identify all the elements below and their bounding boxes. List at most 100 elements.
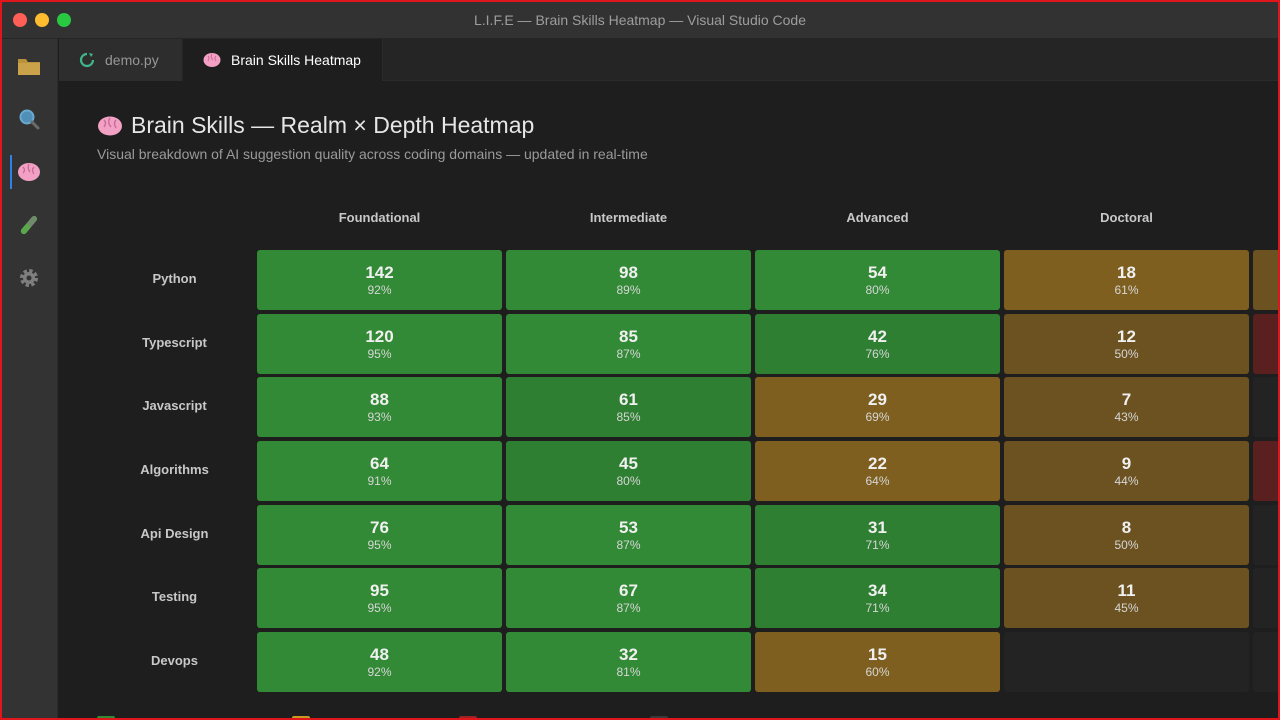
heatmap-cell[interactable]: 42 76% — [755, 314, 1000, 374]
folder-icon — [18, 59, 40, 75]
cell-percent: 60% — [865, 664, 890, 679]
cell-count: 22 — [868, 453, 887, 473]
heatmap-cell[interactable]: 120 95% — [257, 314, 502, 374]
brain-icon — [203, 52, 221, 68]
heatmap-cell[interactable]: 88 93% — [257, 377, 502, 437]
column-header: Advanced — [846, 210, 909, 225]
activity-bar — [2, 39, 58, 718]
cell-percent: 45% — [1114, 600, 1139, 615]
heatmap-cell[interactable]: 76 95% — [257, 505, 502, 565]
heatmap-cell[interactable] — [1004, 632, 1249, 692]
window-title: L.I.F.E — Brain Skills Heatmap — Visual … — [473, 12, 806, 28]
cell-percent: 44% — [1114, 473, 1139, 488]
tab-brain-skills-heatmap[interactable]: Brain Skills Heatmap — [183, 39, 383, 81]
row-header: Testing — [151, 589, 198, 604]
heatmap-cell[interactable]: 48 92% — [257, 632, 502, 692]
legend-swatch — [292, 716, 310, 718]
heatmap-cell[interactable]: 11 45% — [1004, 568, 1249, 628]
tab-demo-py[interactable]: demo.py — [59, 39, 183, 81]
heatmap-cell-partial — [1253, 568, 1278, 628]
cell-count: 142 — [365, 262, 394, 282]
heatmap-cell[interactable]: 12 50% — [1004, 314, 1249, 374]
page-subtitle: Visual breakdown of AI suggestion qualit… — [97, 146, 648, 162]
row-header: Python — [152, 271, 197, 286]
heatmap-cell[interactable]: 142 92% — [257, 250, 502, 310]
heatmap-cell-partial — [1253, 505, 1278, 565]
cell-percent: 81% — [616, 664, 641, 679]
row-header: Typescript — [142, 335, 207, 350]
heatmap-cell[interactable]: 34 71% — [755, 568, 1000, 628]
gear-icon — [20, 269, 38, 287]
heatmap-cell[interactable]: 29 69% — [755, 377, 1000, 437]
heatmap-view: Brain Skills — Realm × Depth Heatmap Vis… — [59, 82, 1278, 718]
cell-count: 48 — [370, 644, 389, 664]
tab-label: Brain Skills Heatmap — [231, 52, 361, 68]
cell-count: 18 — [1117, 262, 1136, 282]
heatmap-cell[interactable]: 53 87% — [506, 505, 751, 565]
cell-percent: 91% — [367, 473, 392, 488]
heatmap-cell[interactable]: 61 85% — [506, 377, 751, 437]
cell-count: 11 — [1117, 580, 1136, 600]
heatmap-cell-partial — [1253, 441, 1278, 501]
cell-count: 42 — [868, 326, 887, 346]
heatmap-cell-partial — [1253, 250, 1278, 310]
brain-button[interactable] — [10, 155, 46, 189]
python-refresh-icon — [79, 52, 95, 68]
cell-percent: 92% — [367, 282, 392, 297]
settings-button[interactable] — [12, 261, 46, 295]
heatmap-cell[interactable]: 64 91% — [257, 441, 502, 501]
cell-count: 53 — [619, 517, 638, 537]
cell-count: 61 — [619, 389, 638, 409]
cell-count: 120 — [365, 326, 394, 346]
heatmap-cell[interactable]: 18 61% — [1004, 250, 1249, 310]
cell-percent: 80% — [616, 473, 641, 488]
magnifier-icon — [19, 109, 40, 130]
cell-count: 8 — [1121, 517, 1132, 537]
cell-count: 85 — [619, 326, 638, 346]
heatmap-cell[interactable]: 9 44% — [1004, 441, 1249, 501]
cell-percent: 71% — [865, 537, 890, 552]
heatmap-cell[interactable]: 32 81% — [506, 632, 751, 692]
testing-button[interactable] — [12, 208, 46, 242]
column-header: Foundational — [338, 210, 421, 225]
cell-percent: 43% — [1114, 409, 1139, 424]
cell-count: 98 — [619, 262, 638, 282]
cell-percent: 69% — [865, 409, 890, 424]
cell-count: 54 — [868, 262, 887, 282]
cell-percent: 85% — [616, 409, 641, 424]
legend-swatch — [97, 716, 115, 718]
cell-count: 88 — [370, 389, 389, 409]
heatmap-cell-partial — [1253, 377, 1278, 437]
row-header: Algorithms — [140, 462, 209, 477]
explorer-button[interactable] — [12, 49, 46, 83]
cell-percent: 61% — [1114, 282, 1139, 297]
heatmap-cell[interactable]: 22 64% — [755, 441, 1000, 501]
cell-count: 29 — [868, 389, 887, 409]
heatmap-cell[interactable]: 54 80% — [755, 250, 1000, 310]
heatmap-cell[interactable]: 8 50% — [1004, 505, 1249, 565]
column-header: Intermediate — [589, 210, 668, 225]
tab-label: demo.py — [105, 52, 159, 68]
heatmap-cell-partial — [1253, 632, 1278, 692]
cell-count: 9 — [1121, 453, 1132, 473]
search-button[interactable] — [12, 102, 46, 136]
cell-count: 67 — [619, 580, 638, 600]
heatmap-cell[interactable]: 98 89% — [506, 250, 751, 310]
heatmap-cell[interactable]: 15 60% — [755, 632, 1000, 692]
cell-count: 34 — [868, 580, 887, 600]
heatmap-cell[interactable]: 7 43% — [1004, 377, 1249, 437]
cell-count: 64 — [370, 453, 389, 473]
cell-percent: 87% — [616, 537, 641, 552]
cell-count: 76 — [370, 517, 389, 537]
heatmap-cell[interactable]: 31 71% — [755, 505, 1000, 565]
page-title-row: Brain Skills — Realm × Depth Heatmap — [97, 112, 534, 139]
heatmap-cell[interactable]: 45 80% — [506, 441, 751, 501]
cell-percent: 64% — [865, 473, 890, 488]
heatmap-cell[interactable]: 85 87% — [506, 314, 751, 374]
cell-count: 7 — [1121, 389, 1132, 409]
heatmap-cell[interactable]: 95 95% — [257, 568, 502, 628]
row-header: Api Design — [140, 526, 209, 541]
cell-percent: 95% — [367, 600, 392, 615]
editor-tab-bar: demo.py Brain Skills Heatmap — [59, 39, 1278, 81]
heatmap-cell[interactable]: 67 87% — [506, 568, 751, 628]
